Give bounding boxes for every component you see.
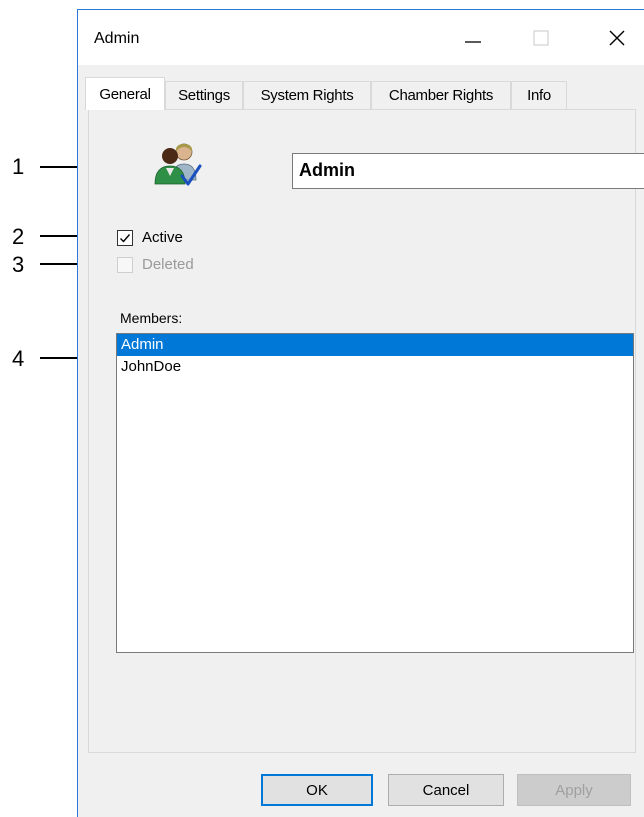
active-checkbox-row[interactable]: Active	[117, 229, 183, 246]
list-item[interactable]: JohnDoe	[117, 356, 633, 378]
apply-button: Apply	[517, 774, 631, 806]
deleted-checkbox-row: Deleted	[117, 256, 194, 273]
tab-general[interactable]: General	[85, 77, 165, 110]
user-group-icon	[152, 138, 204, 190]
deleted-checkbox	[117, 256, 133, 273]
ok-button[interactable]: OK	[261, 774, 373, 806]
list-item[interactable]: Admin	[117, 334, 633, 356]
members-listbox[interactable]: Admin JohnDoe	[116, 333, 634, 653]
callout-3: 3	[12, 252, 25, 277]
tab-strip: General Settings System Rights Chamber R…	[78, 65, 644, 111]
active-checkbox[interactable]	[117, 229, 133, 246]
close-button[interactable]	[594, 18, 640, 58]
checkmark-icon	[120, 233, 131, 243]
deleted-label: Deleted	[142, 256, 194, 273]
tab-info[interactable]: Info	[511, 81, 567, 109]
group-name-input[interactable]: Admin	[292, 153, 644, 189]
tab-chamber-rights[interactable]: Chamber Rights	[371, 81, 511, 109]
callout-2: 2	[12, 224, 25, 249]
maximize-button[interactable]	[518, 18, 564, 58]
title-bar[interactable]: Admin	[78, 10, 644, 65]
minimize-button[interactable]	[450, 18, 496, 58]
members-label: Members:	[120, 310, 183, 326]
cancel-button[interactable]: Cancel	[388, 774, 504, 806]
window-title: Admin	[94, 30, 140, 47]
minimize-icon	[465, 41, 481, 43]
callout-1: 1	[12, 154, 25, 179]
maximize-icon	[533, 30, 549, 46]
active-label: Active	[142, 229, 183, 246]
tab-system-rights[interactable]: System Rights	[243, 81, 371, 109]
callout-4: 4	[12, 346, 25, 371]
close-icon	[609, 30, 625, 46]
admin-dialog-window: Admin General Settings System Rights Cha…	[77, 9, 644, 817]
tab-settings[interactable]: Settings	[165, 81, 243, 109]
